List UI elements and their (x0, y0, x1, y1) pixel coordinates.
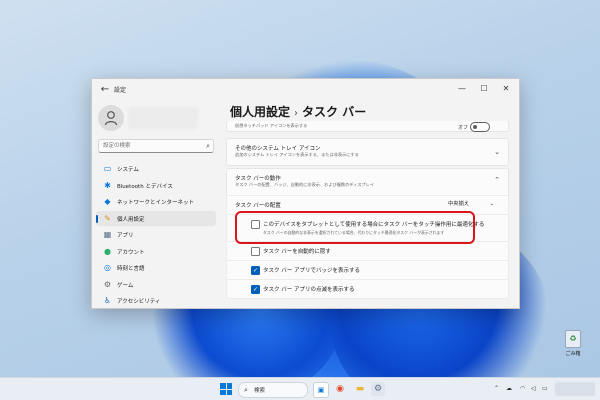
sidebar-item-label: ゲーム (117, 282, 134, 289)
monitor-icon: ▭ (103, 164, 112, 173)
taskbar-behavior-card[interactable]: タスク バーの動作 タスク バーの配置、バッジ、自動的に非表示、および複数のディ… (226, 168, 509, 195)
sidebar-item-label: Bluetooth とデバイス (117, 183, 173, 190)
file-explorer-icon[interactable]: ▬ (353, 382, 367, 396)
settings-gear-icon[interactable]: ⚙ (371, 382, 385, 396)
windows-logo-tile (220, 383, 226, 389)
task-view-icon[interactable]: ▣ (313, 382, 329, 398)
taskbar-search[interactable]: ⌕ 検索 (238, 382, 308, 398)
other-tray-icons-card[interactable]: その他のシステム トレイ アイコン 追加のシステム トレイ アイコンを表示する、… (226, 138, 509, 166)
search-icon: ⌕ (206, 142, 210, 150)
auto-hide-label: タスク バーを自動的に隠す (263, 249, 331, 255)
wifi-icon[interactable]: ◠ (520, 384, 525, 394)
person-icon (104, 111, 118, 126)
account-info-blurred (128, 107, 198, 129)
chevron-down-icon[interactable]: ⌄ (494, 148, 500, 156)
sidebar-item-label: アプリ (117, 233, 134, 239)
badges-checkbox[interactable]: ✓ (251, 266, 260, 275)
sidebar: ⌕ ▭ システム ✱ Bluetooth とデバイス ◆ ネットワークとインター… (92, 101, 220, 308)
auto-hide-row: タスク バーを自動的に隠す (226, 241, 509, 261)
flashing-checkbox[interactable]: ✓ (251, 285, 260, 294)
taskbar-search-label: 検索 (254, 388, 266, 394)
close-button[interactable]: ✕ (497, 82, 515, 96)
sidebar-item-label: 個人用設定 (117, 216, 145, 223)
search-input[interactable] (103, 141, 198, 151)
apps-icon: ▦ (103, 230, 112, 239)
windows-logo-tile (226, 389, 232, 395)
person-icon: ● (104, 246, 111, 256)
touchpad-row-text: 仮想タッチパッド アイコンを表示する (235, 123, 308, 128)
sidebar-item-label: システム (117, 167, 139, 173)
start-button[interactable] (219, 382, 233, 396)
avatar[interactable] (98, 105, 124, 131)
chevron-down-icon: ⌄ (489, 201, 494, 207)
chevron-up-icon[interactable]: ⌃ (494, 384, 499, 394)
other-tray-title: その他のシステム トレイ アイコン (235, 146, 321, 152)
settings-search[interactable]: ⌕ (98, 139, 214, 153)
taskbar: ⌕ 検索 ▣ ◉ ▬ ⚙ ⌃ ☁ ◠ ◁ ▭ (0, 377, 600, 400)
clock-blurred[interactable] (555, 382, 595, 396)
recycle-bin-icon: ♻ (565, 330, 581, 348)
sidebar-item-personalization[interactable]: ✎ 個人用設定 (96, 210, 216, 226)
toggle-state-label: オフ (457, 125, 468, 131)
breadcrumb-parent[interactable]: 個人用設定 (230, 105, 290, 119)
behavior-subtitle: タスク バーの配置、バッジ、自動的に非表示、および複数のディスプレイ (235, 182, 375, 187)
badges-row: ✓ タスク バー アプリでバッジを表示する (226, 260, 509, 280)
chrome-icon[interactable]: ◉ (333, 382, 347, 396)
touchpad-row: 仮想タッチパッド アイコンを表示する オフ (226, 121, 509, 132)
auto-hide-checkbox[interactable] (251, 247, 260, 256)
maximize-button[interactable]: ☐ (475, 82, 493, 96)
alignment-value: 中央揃え (448, 201, 470, 207)
accessibility-icon: ♿ (103, 296, 112, 305)
other-tray-subtitle: 追加のシステム トレイ アイコンを表示する、または非表示にする (235, 152, 359, 157)
recycle-bin[interactable]: ♻ ごみ箱 (560, 330, 586, 357)
cloud-icon[interactable]: ☁ (506, 384, 512, 394)
volume-icon[interactable]: ◁ (531, 384, 536, 394)
chevron-up-icon[interactable]: ⌃ (494, 176, 500, 184)
breadcrumb-current: タスク バー (302, 105, 367, 119)
sidebar-item-time-language[interactable]: ◎ 時刻と言語 (96, 260, 216, 276)
sidebar-item-bluetooth[interactable]: ✱ Bluetooth とデバイス (96, 178, 216, 194)
back-arrow-icon[interactable]: ← (98, 83, 112, 97)
sidebar-item-label: アクセシビリティ (117, 299, 161, 305)
sidebar-item-apps[interactable]: ▦ アプリ (96, 227, 216, 243)
search-icon: ⌕ (244, 386, 248, 394)
sidebar-item-accessibility[interactable]: ♿ アクセシビリティ (96, 293, 216, 308)
page-title: 個人用設定 › タスク バー (230, 103, 366, 120)
alignment-dropdown[interactable]: 中央揃え ⌄ (448, 199, 494, 209)
flashing-row: ✓ タスク バー アプリの点滅を表示する (226, 279, 509, 299)
flashing-label: タスク バー アプリの点滅を表示する (263, 287, 355, 293)
brush-icon: ✎ (104, 213, 111, 223)
red-highlight-box (235, 211, 475, 244)
minimize-button[interactable]: — (453, 82, 471, 96)
touchpad-toggle[interactable] (470, 122, 490, 132)
main-content: 個人用設定 › タスク バー 仮想タッチパッド アイコンを表示する オフ その他のシ… (220, 101, 519, 308)
sidebar-item-accounts[interactable]: ● アカウント (96, 244, 216, 260)
breadcrumb-separator: › (294, 108, 299, 119)
battery-icon[interactable]: ▭ (542, 384, 548, 394)
sidebar-item-label: 時刻と言語 (117, 266, 145, 272)
sidebar-item-label: ネットワークとインターネット (117, 200, 195, 206)
bluetooth-icon: ✱ (104, 180, 111, 190)
sidebar-item-gaming[interactable]: ⚙ ゲーム (96, 277, 216, 293)
windows-logo-tile (220, 389, 226, 395)
alignment-label: タスク バーの配置 (235, 203, 281, 209)
app-title: 設定 (114, 87, 127, 94)
sidebar-item-label: アカウント (117, 249, 145, 256)
settings-window: ← 設定 — ☐ ✕ ⌕ ▭ システム ✱ Bluetooth とデバイス (91, 78, 520, 309)
sidebar-nav: ▭ システム ✱ Bluetooth とデバイス ◆ ネットワークとインターネッ… (96, 161, 216, 308)
globe-clock-icon: ◎ (104, 263, 111, 272)
windows-logo-tile (226, 383, 232, 389)
gamepad-icon: ⚙ (103, 279, 112, 289)
sidebar-item-network[interactable]: ◆ ネットワークとインターネット (96, 194, 216, 210)
title-bar: ← 設定 — ☐ ✕ (92, 79, 519, 101)
behavior-title: タスク バーの動作 (235, 176, 281, 182)
recycle-bin-label: ごみ箱 (565, 351, 581, 357)
badges-label: タスク バー アプリでバッジを表示する (263, 268, 360, 274)
sidebar-item-system[interactable]: ▭ システム (96, 161, 216, 177)
wifi-icon: ◆ (104, 197, 111, 206)
